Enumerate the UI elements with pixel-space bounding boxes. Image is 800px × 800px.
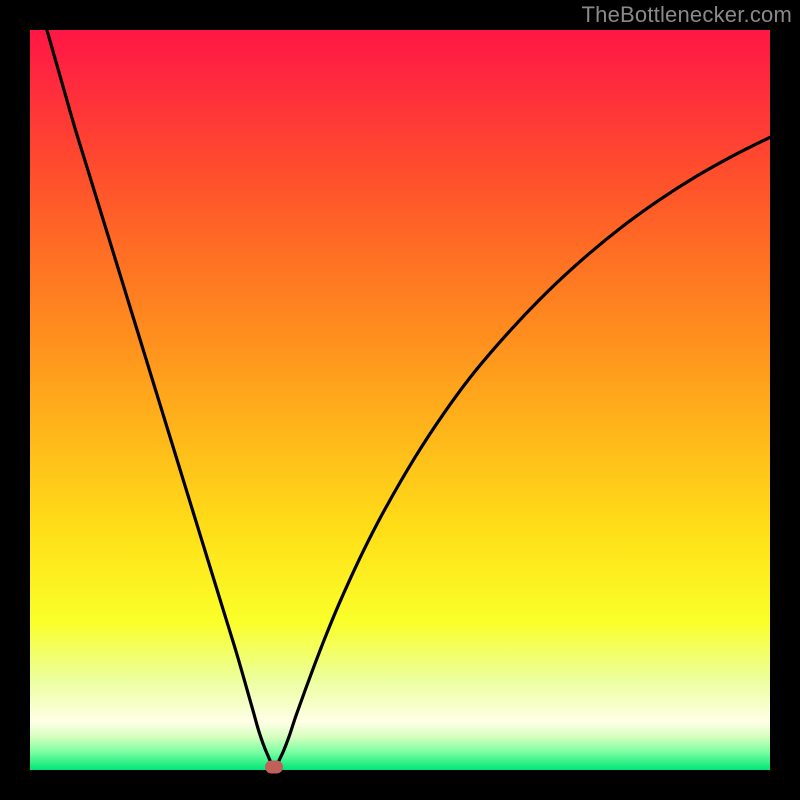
watermark-text: TheBottlenecker.com bbox=[582, 2, 792, 28]
chart-frame bbox=[30, 30, 770, 770]
minimum-point-marker bbox=[265, 761, 283, 774]
chart-curve bbox=[30, 30, 770, 770]
